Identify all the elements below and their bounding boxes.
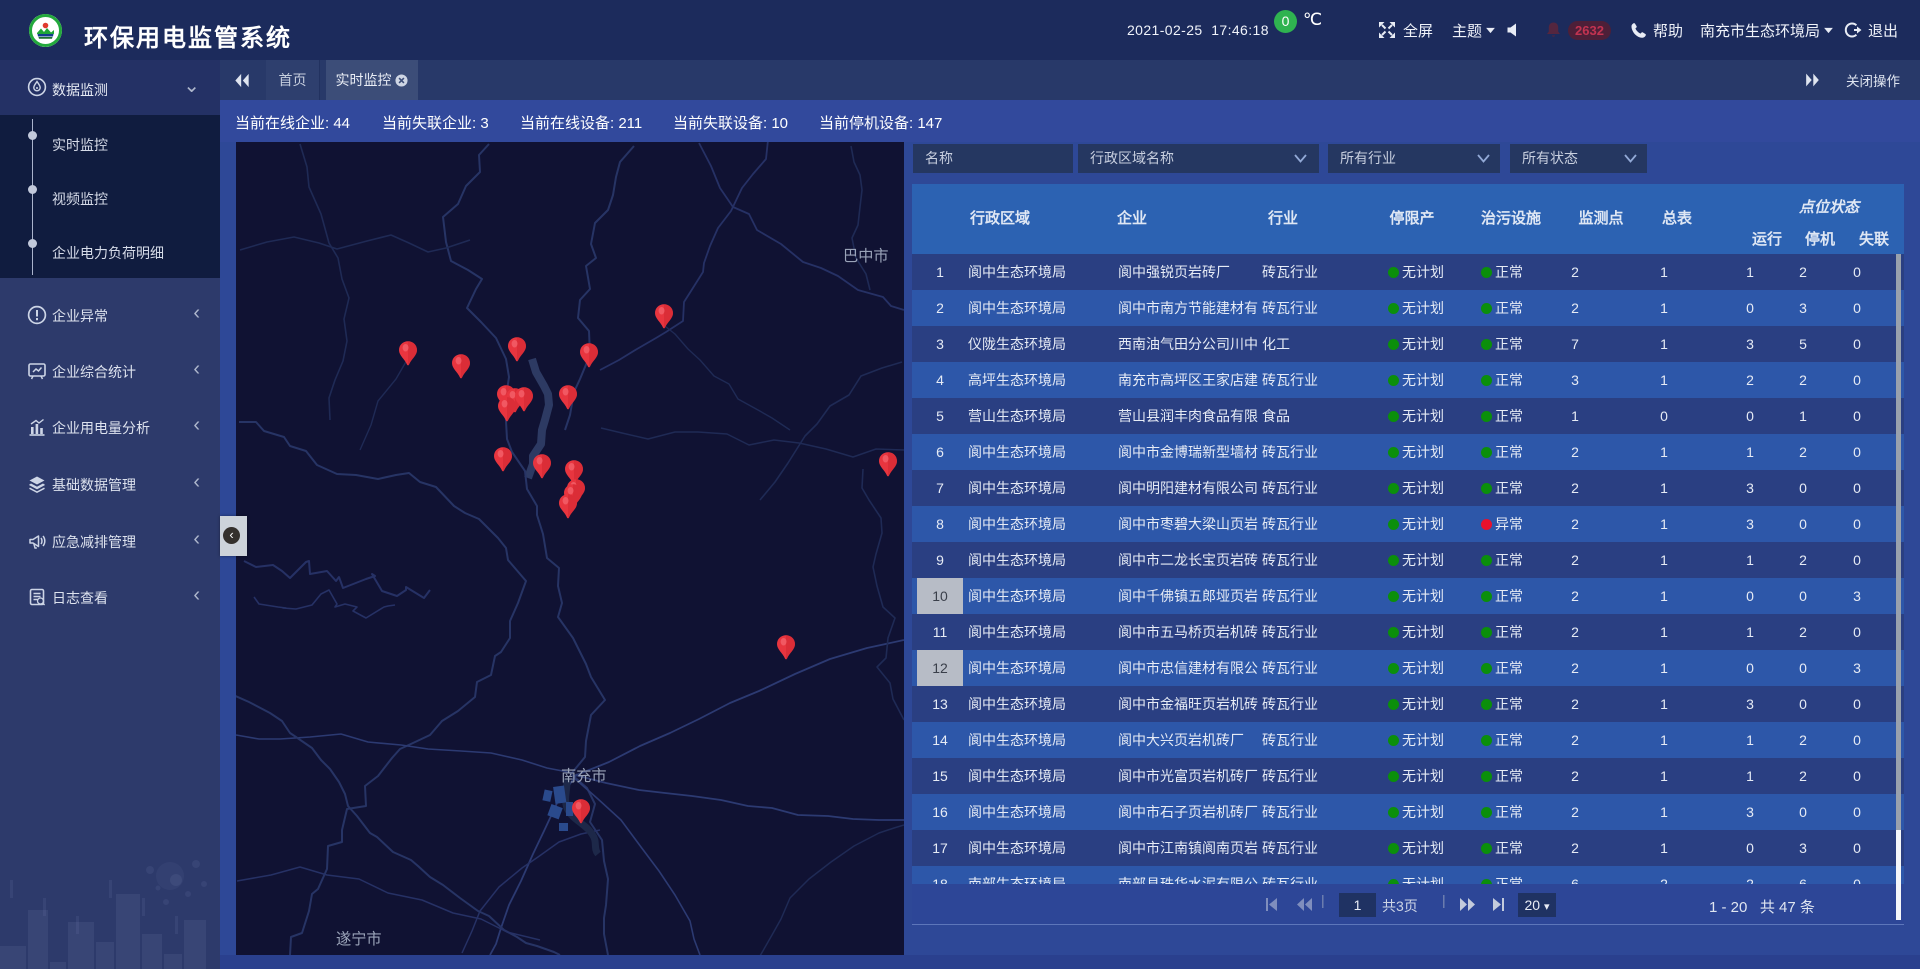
svg-text:南充市: 南充市 <box>561 768 607 785</box>
svg-text:遂宁市: 遂宁市 <box>336 931 382 948</box>
svg-text:巴中市: 巴中市 <box>843 248 889 265</box>
